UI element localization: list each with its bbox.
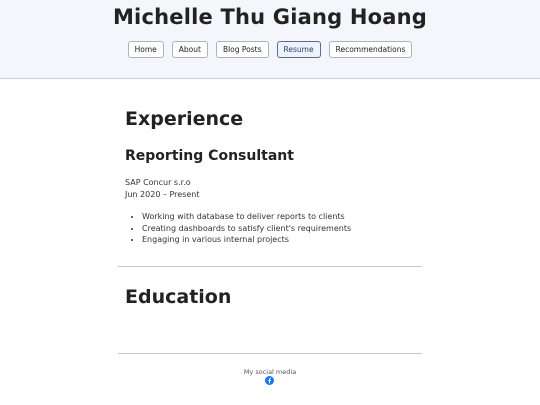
site-header: Michelle Thu Giang Hoang Home About Blog…: [0, 0, 540, 79]
nav-home-button[interactable]: Home: [127, 41, 164, 58]
section-divider: [118, 266, 422, 267]
nav-about-button[interactable]: About: [171, 41, 208, 58]
social-media-label: My social media: [243, 368, 297, 376]
nav-recommendations-button[interactable]: Recommendations: [328, 41, 413, 58]
experience-heading: Experience: [125, 108, 244, 130]
list-item: Engaging in various internal projects: [142, 234, 351, 246]
facebook-icon[interactable]: [265, 376, 274, 385]
company-name: SAP Concur s.r.o: [125, 178, 191, 187]
employment-dates: Jun 2020 – Present: [125, 190, 200, 199]
main-nav: Home About Blog Posts Resume Recommendat…: [0, 41, 540, 58]
responsibilities-list: Working with database to deliver reports…: [125, 211, 351, 246]
footer-divider: [118, 353, 422, 354]
nav-blog-posts-button[interactable]: Blog Posts: [215, 41, 269, 58]
list-item: Working with database to deliver reports…: [142, 211, 351, 223]
site-title: Michelle Thu Giang Hoang: [112, 5, 428, 29]
list-item: Creating dashboards to satisfy client's …: [142, 223, 351, 235]
education-heading: Education: [125, 286, 232, 308]
job-title: Reporting Consultant: [125, 148, 294, 164]
nav-resume-button[interactable]: Resume: [276, 41, 321, 58]
